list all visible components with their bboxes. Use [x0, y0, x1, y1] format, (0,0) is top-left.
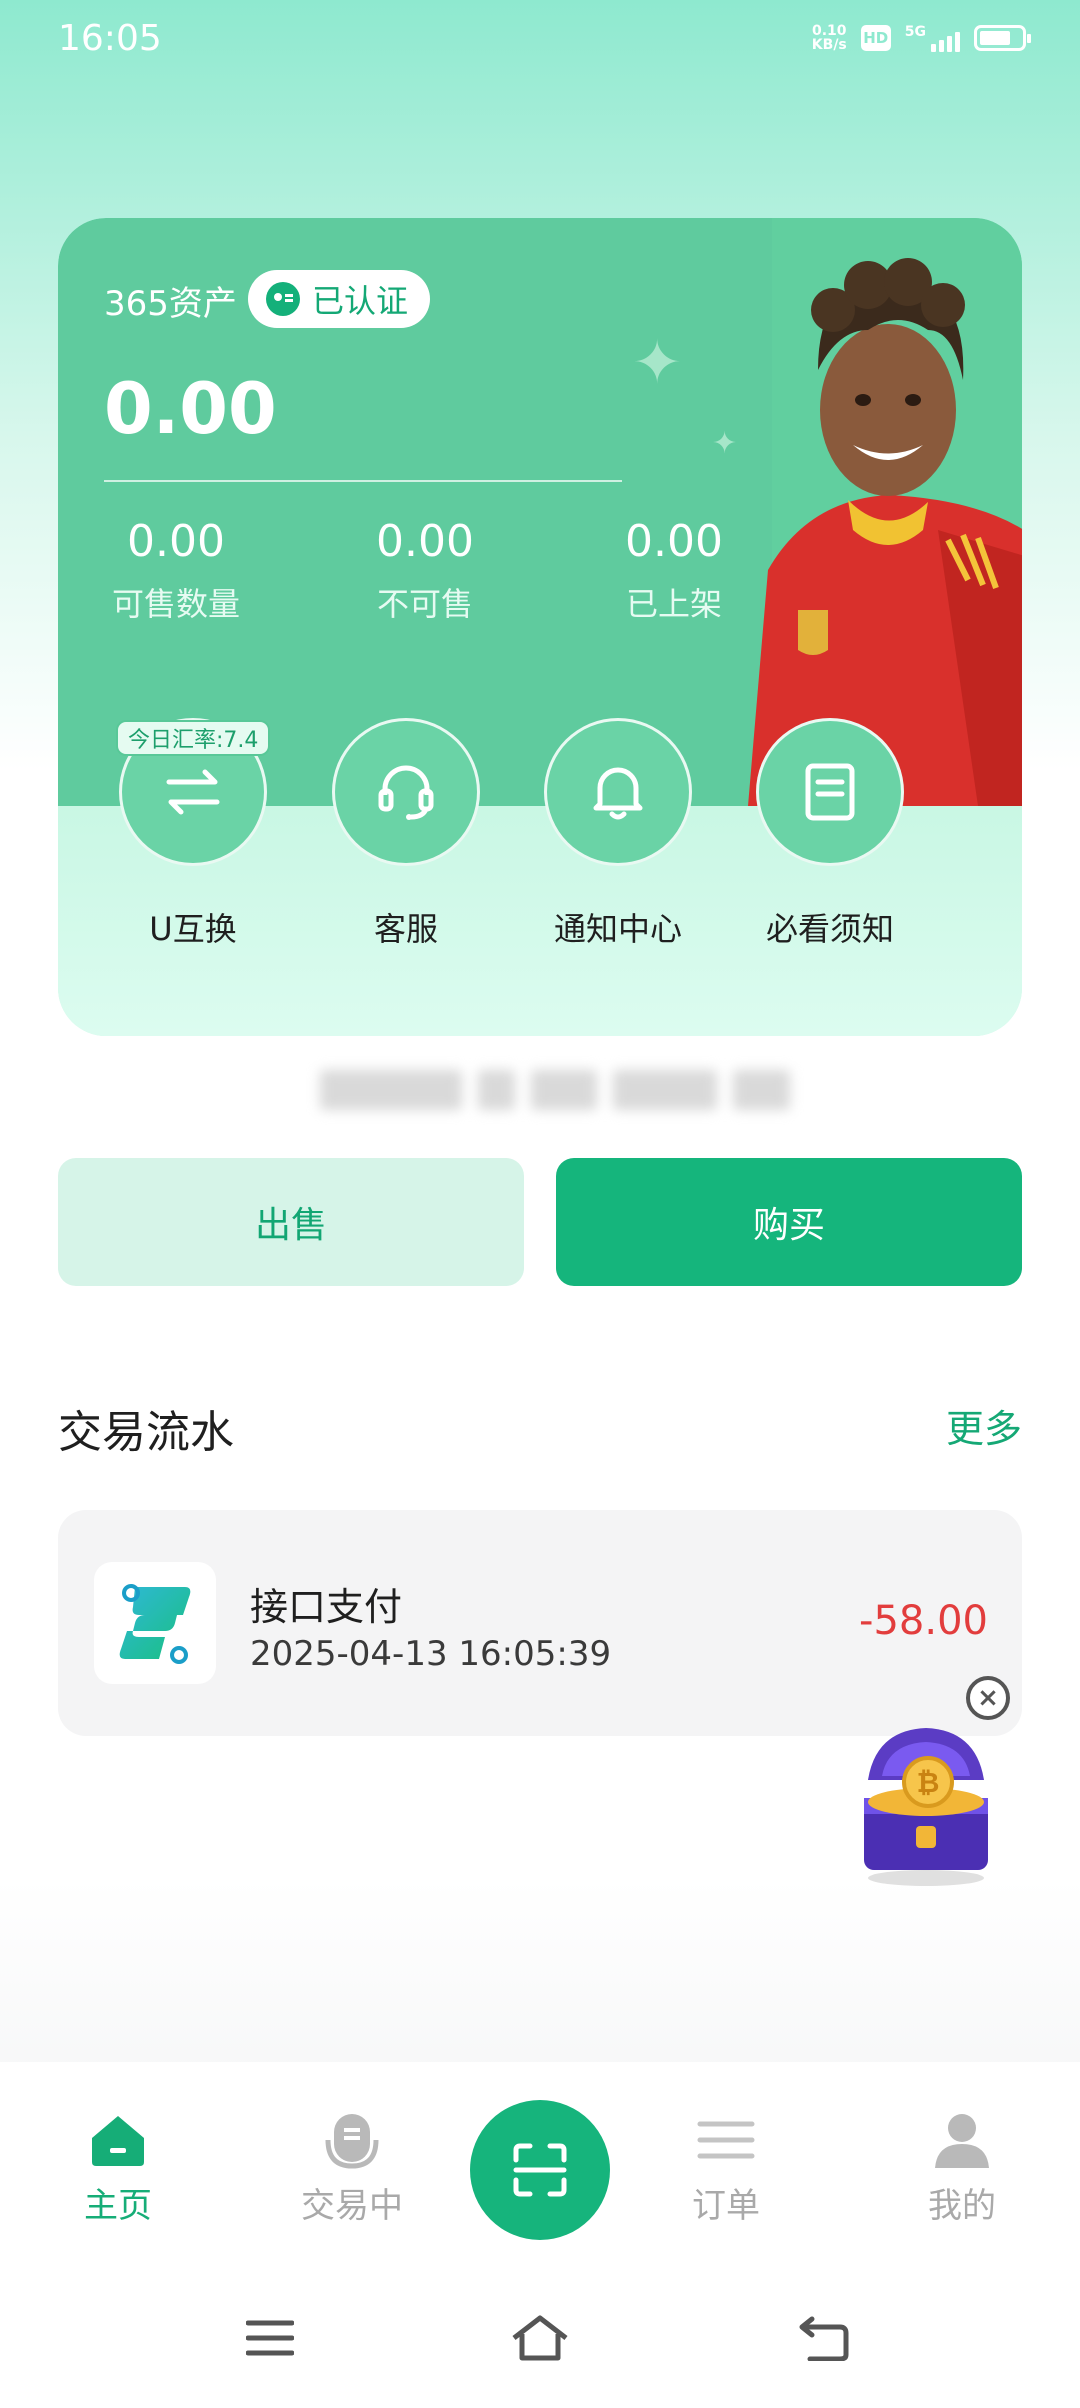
orders-icon: [646, 2108, 806, 2172]
hd-icon: HD: [860, 25, 891, 51]
status-bar: 16:05 0.10 KB/s HD 5G: [0, 0, 1080, 84]
headset-icon: [332, 718, 480, 866]
nav-trading[interactable]: 交易中: [272, 2108, 432, 2227]
transaction-amount: -58.00: [859, 1598, 988, 1644]
back-icon[interactable]: [794, 2308, 854, 2368]
transaction-item[interactable]: 接口支付 2025-04-13 16:05:39 -58.00: [58, 1510, 1022, 1736]
nav-profile[interactable]: 我的: [882, 2108, 1042, 2227]
trading-icon: [272, 2108, 432, 2172]
system-nav-bar: [0, 2268, 1080, 2408]
asset-total: 0.00: [104, 368, 277, 450]
profile-icon: [882, 2108, 1042, 2172]
nav-home[interactable]: 主页: [38, 2108, 198, 2227]
sparkle-icon: ✦: [712, 426, 738, 461]
action-notification-center[interactable]: 通知中心: [518, 718, 718, 950]
status-icons: 0.10 KB/s HD 5G: [811, 23, 1031, 53]
treasure-chest-icon[interactable]: ₿: [846, 1710, 1006, 1890]
scan-button[interactable]: [470, 2100, 610, 2240]
verified-label: 已认证: [312, 282, 409, 320]
sell-button[interactable]: 出售: [58, 1158, 524, 1286]
stat-sellable: 0.00 可售数量: [111, 516, 240, 623]
stat-listed: 0.00 已上架: [625, 516, 723, 623]
blurred-notice: [320, 1058, 790, 1122]
app-logo-icon: [94, 1562, 216, 1684]
divider: [104, 480, 622, 482]
action-customer-service[interactable]: 客服: [306, 718, 506, 950]
stat-not-sellable: 0.00 不可售: [376, 516, 474, 623]
status-time: 16:05: [58, 18, 162, 59]
home-system-icon[interactable]: [510, 2308, 570, 2368]
transactions-title: 交易流水: [58, 1407, 234, 1458]
buy-button[interactable]: 购买: [556, 1158, 1022, 1286]
asset-card: ✦ ✦ 365资产 已认证 0.00 0.00 可售数量 0.00 不可售 0.…: [58, 218, 1022, 1036]
nav-orders[interactable]: 订单: [646, 2108, 806, 2227]
transaction-name: 接口支付: [250, 1585, 403, 1629]
network-speed: 0.10 KB/s: [811, 23, 847, 53]
asset-label: 365资产: [104, 284, 237, 324]
battery-icon: [974, 25, 1031, 51]
id-card-icon: [266, 282, 300, 316]
bell-icon: [544, 718, 692, 866]
transactions-more-link[interactable]: 更多: [946, 1398, 1022, 1453]
signal-icon: 5G: [905, 24, 960, 52]
sparkle-icon: ✦: [632, 328, 683, 398]
transaction-time: 2025-04-13 16:05:39: [250, 1634, 612, 1674]
bottom-nav: 主页 交易中 订单 我的: [0, 2062, 1080, 2268]
scan-icon: [513, 2143, 567, 2197]
menu-icon[interactable]: [240, 2308, 300, 2368]
verified-badge[interactable]: 已认证: [248, 270, 431, 328]
exchange-rate-badge: 今日汇率:7.4: [116, 720, 271, 756]
action-must-read[interactable]: 必看须知: [730, 718, 930, 950]
home-icon: [38, 2108, 198, 2172]
svg-text:₿: ₿: [917, 1766, 940, 1799]
document-icon: [756, 718, 904, 866]
